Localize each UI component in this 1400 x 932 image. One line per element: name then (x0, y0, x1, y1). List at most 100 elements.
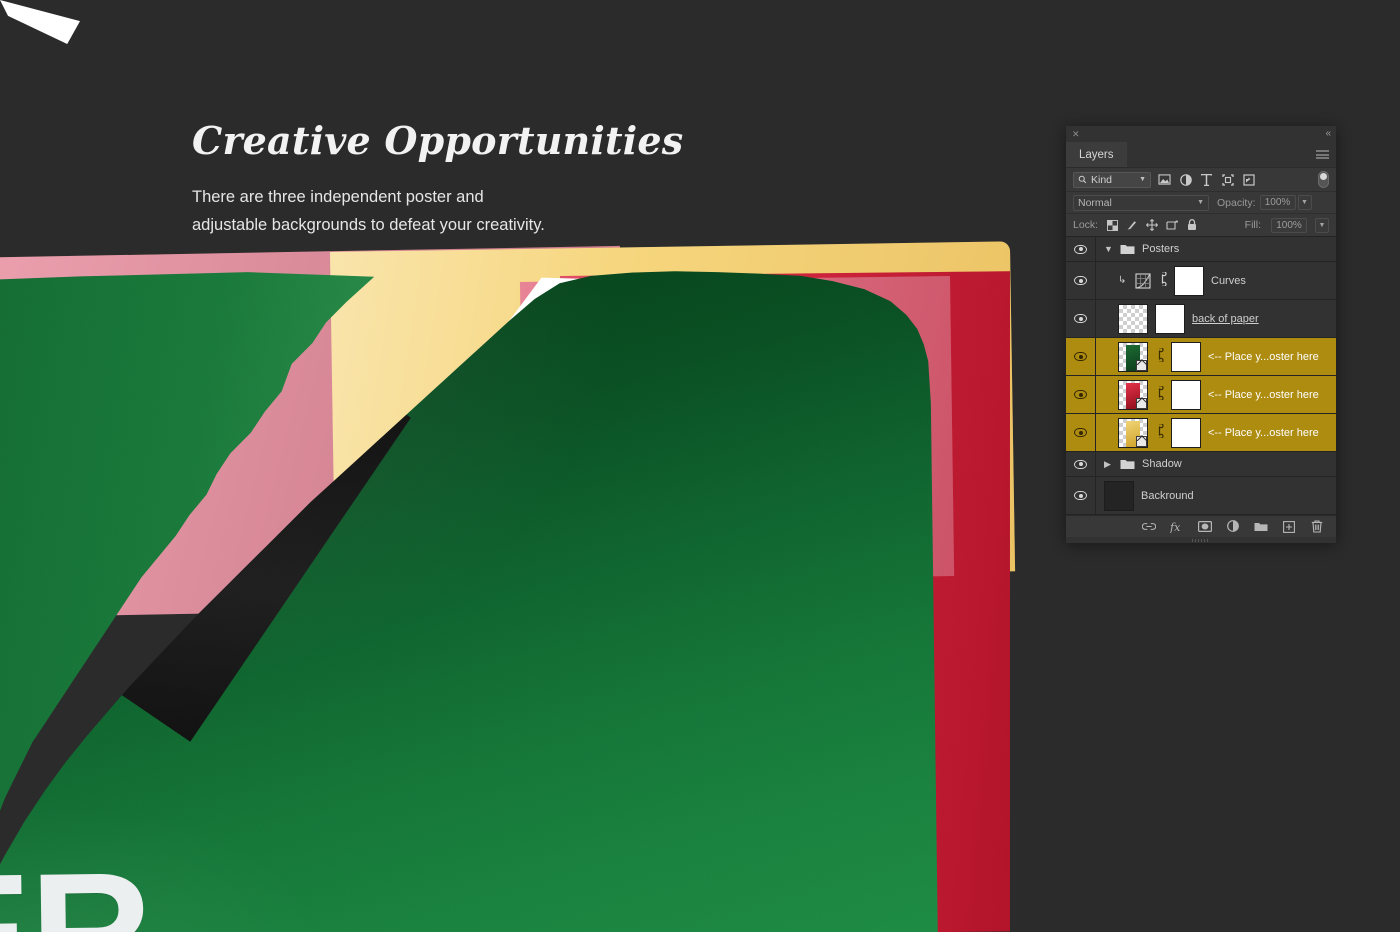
panel-title-bar: ✕ « (1066, 126, 1336, 142)
layer-style-fx-icon[interactable]: fx (1170, 520, 1184, 534)
layer-name[interactable]: back of paper (1192, 313, 1259, 325)
layer-row-curves[interactable]: ↳ Curves (1066, 262, 1336, 300)
lock-position-icon[interactable] (1145, 218, 1159, 232)
fill-slider-caret-icon[interactable]: ▼ (1315, 217, 1329, 233)
layer-filter-row: Kind ▼ (1066, 168, 1336, 191)
filter-toggle-switch[interactable] (1318, 171, 1329, 188)
smart-object-badge-icon (1136, 435, 1147, 447)
link-mask-icon[interactable] (1158, 271, 1167, 289)
eye-icon (1074, 428, 1087, 437)
smart-object-badge-icon (1136, 359, 1147, 371)
lock-all-icon[interactable] (1185, 218, 1199, 232)
collapse-panel-icon[interactable]: « (1325, 129, 1330, 139)
folder-icon (1120, 243, 1135, 256)
chevron-right-icon[interactable]: ▶ (1104, 459, 1113, 470)
eye-icon (1074, 491, 1087, 500)
filter-kind-select[interactable]: Kind ▼ (1073, 171, 1151, 188)
lock-transparent-pixels-icon[interactable] (1105, 218, 1119, 232)
opacity-slider-caret-icon[interactable]: ▼ (1297, 195, 1312, 210)
layer-mask-thumbnail[interactable] (1171, 379, 1201, 410)
layer-mask-thumbnail[interactable] (1155, 303, 1185, 334)
layer-thumbnail[interactable] (1118, 341, 1148, 372)
smart-object-filter-icon[interactable] (1241, 172, 1256, 187)
new-group-icon[interactable] (1254, 520, 1268, 534)
link-mask-icon[interactable] (1155, 423, 1164, 441)
layer-thumbnail[interactable] (1118, 303, 1148, 334)
lock-image-pixels-icon[interactable] (1125, 218, 1139, 232)
layer-mask-thumbnail[interactable] (1171, 341, 1201, 372)
new-layer-icon[interactable] (1282, 520, 1296, 534)
panel-resize-grip[interactable] (1066, 537, 1336, 543)
layer-name[interactable]: Posters (1142, 243, 1179, 255)
layer-name[interactable]: Curves (1211, 275, 1246, 287)
fill-label: Fill: (1244, 219, 1261, 231)
layers-panel-footer: fx (1066, 515, 1336, 537)
layer-name[interactable]: <-- Place y...oster here (1208, 427, 1319, 439)
layer-name[interactable]: <-- Place y...oster here (1208, 389, 1319, 401)
layers-panel[interactable]: ✕ « Layers Kind ▼ Normal ▼ Opacity: 100%… (1066, 126, 1336, 543)
delete-layer-icon[interactable] (1310, 520, 1324, 534)
layer-row-place-poster-green[interactable]: <-- Place y...oster here (1066, 338, 1336, 376)
eye-icon (1074, 244, 1087, 254)
lock-row: Lock: Fill: 100% ▼ (1066, 213, 1336, 236)
layer-visibility-toggle[interactable] (1066, 338, 1096, 375)
link-layers-icon[interactable] (1142, 520, 1156, 534)
layer-row-place-poster-red[interactable]: <-- Place y...oster here (1066, 376, 1336, 414)
layer-visibility-toggle[interactable] (1066, 477, 1096, 514)
layer-row-place-poster-yellow[interactable]: <-- Place y...oster here (1066, 414, 1336, 452)
close-icon[interactable]: ✕ (1072, 129, 1080, 139)
eye-icon (1074, 390, 1087, 399)
eye-icon (1074, 276, 1087, 285)
white-folded-corner (0, 0, 80, 44)
layer-visibility-toggle[interactable] (1066, 376, 1096, 413)
layer-visibility-toggle[interactable] (1066, 452, 1096, 476)
chevron-down-icon[interactable]: ▼ (1104, 244, 1113, 254)
poster-headline-text: ER (0, 852, 152, 932)
link-mask-icon[interactable] (1155, 385, 1164, 403)
opacity-label: Opacity: (1217, 196, 1256, 209)
layer-name[interactable]: Shadow (1142, 458, 1182, 470)
svg-text:fx: fx (1170, 521, 1181, 533)
layer-visibility-toggle[interactable] (1066, 414, 1096, 451)
new-adjustment-layer-icon[interactable] (1226, 520, 1240, 534)
pixel-layer-filter-icon[interactable] (1157, 172, 1172, 187)
layer-visibility-toggle[interactable] (1066, 237, 1096, 261)
search-icon (1078, 175, 1087, 184)
curves-adjustment-icon[interactable] (1135, 272, 1151, 289)
shape-layer-filter-icon[interactable] (1220, 172, 1235, 187)
layer-name[interactable]: <-- Place y...oster here (1208, 351, 1319, 363)
fill-input[interactable]: 100% (1271, 217, 1307, 233)
folder-icon (1120, 458, 1135, 471)
layer-thumbnail[interactable] (1118, 379, 1148, 410)
layer-mask-thumbnail[interactable] (1171, 417, 1201, 448)
layer-thumbnail[interactable] (1104, 480, 1134, 511)
layer-row-back-of-paper[interactable]: back of paper (1066, 300, 1336, 338)
layer-mask-thumbnail[interactable] (1174, 265, 1204, 296)
link-mask-icon[interactable] (1155, 347, 1164, 365)
layer-thumbnail[interactable] (1118, 417, 1148, 448)
chevron-down-icon[interactable]: ▼ (1197, 199, 1204, 206)
add-layer-mask-icon[interactable] (1198, 520, 1212, 534)
layer-name[interactable]: Backround (1141, 490, 1194, 502)
eye-icon (1074, 314, 1087, 323)
layer-row-background[interactable]: Backround (1066, 477, 1336, 515)
promo-copy-body: There are three independent poster and a… (192, 183, 683, 240)
promo-copy-block: Creative Opportunities There are three i… (192, 118, 683, 240)
layer-visibility-toggle[interactable] (1066, 300, 1096, 337)
adjustment-layer-filter-icon[interactable] (1178, 172, 1193, 187)
blend-mode-select[interactable]: Normal ▼ (1073, 194, 1209, 211)
layer-visibility-toggle[interactable] (1066, 262, 1096, 299)
clipping-mask-arrow-icon: ↳ (1118, 275, 1127, 286)
filter-kind-label: Kind (1091, 173, 1113, 186)
chevron-down-icon[interactable]: ▼ (1139, 176, 1146, 183)
lock-artboard-nesting-icon[interactable] (1165, 218, 1179, 232)
promo-copy-line-2: adjustable backgrounds to defeat your cr… (192, 216, 545, 235)
layer-row-posters[interactable]: ▼ Posters (1066, 237, 1336, 262)
panel-menu-icon[interactable] (1316, 148, 1329, 161)
page-title: Creative Opportunities (192, 118, 684, 163)
opacity-input[interactable]: 100% (1259, 195, 1296, 210)
tab-layers[interactable]: Layers (1066, 142, 1127, 167)
eye-icon (1074, 459, 1087, 469)
type-layer-filter-icon[interactable] (1199, 172, 1214, 187)
layer-row-shadow[interactable]: ▶ Shadow (1066, 452, 1336, 477)
